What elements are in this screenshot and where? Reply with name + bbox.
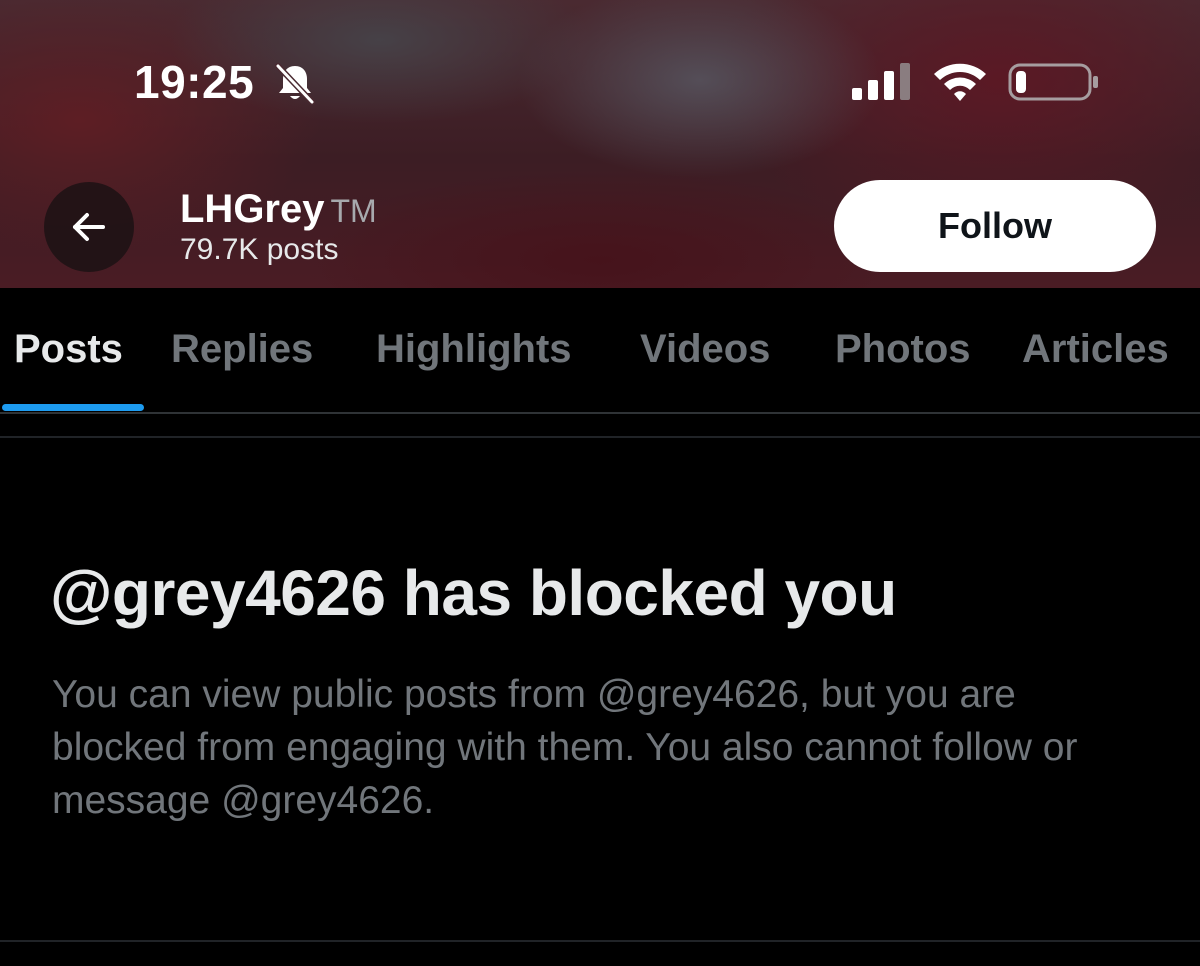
battery-icon <box>1008 63 1098 101</box>
wifi-icon <box>934 63 986 101</box>
bell-slash-icon <box>275 63 315 105</box>
tab-videos[interactable]: Videos <box>640 324 770 374</box>
blocked-title: @grey4626 has blocked you <box>50 557 897 629</box>
signal-icon <box>852 63 910 100</box>
active-tab-indicator <box>2 404 144 411</box>
profile-name: LHGrey TM <box>180 186 377 234</box>
tab-highlights[interactable]: Highlights <box>376 324 572 374</box>
back-button[interactable] <box>44 182 134 272</box>
profile-header: 19:25 LHGrey TM 79.7K posts Follow <box>0 0 1200 288</box>
tab-articles[interactable]: Articles <box>1022 324 1169 374</box>
arrow-left-icon <box>73 213 105 241</box>
profile-name-text: LHGrey <box>180 187 325 231</box>
profile-tabs: Posts Replies Highlights Videos Photos A… <box>0 288 1200 414</box>
trademark-suffix: TM <box>330 193 377 229</box>
follow-button[interactable]: Follow <box>834 180 1156 272</box>
tab-replies[interactable]: Replies <box>171 324 313 374</box>
post-count: 79.7K posts <box>180 233 339 266</box>
tab-photos[interactable]: Photos <box>835 324 971 374</box>
tab-posts[interactable]: Posts <box>14 324 123 374</box>
divider <box>0 436 1200 438</box>
status-time: 19:25 <box>134 56 255 108</box>
blocked-description: You can view public posts from @grey4626… <box>52 673 1078 822</box>
divider <box>0 940 1200 942</box>
